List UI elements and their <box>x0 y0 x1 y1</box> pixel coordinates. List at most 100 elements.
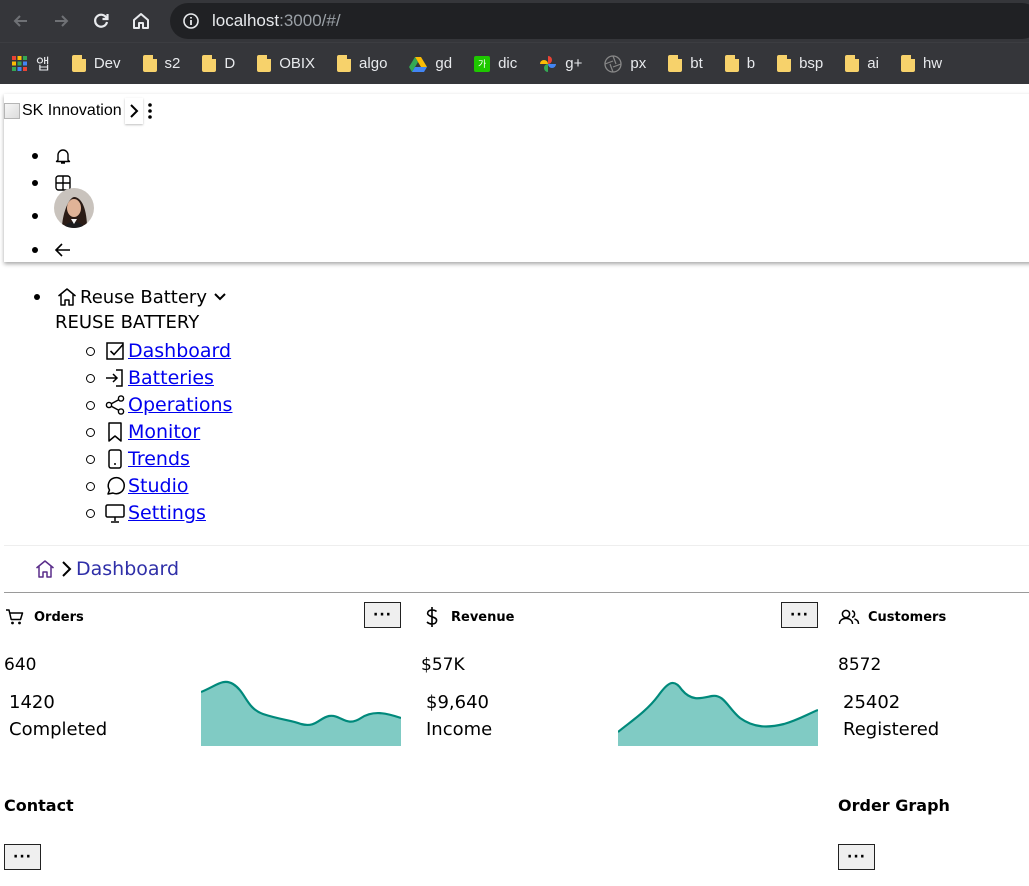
bookmark-label: gd <box>435 55 453 72</box>
menu-root-reuse-battery[interactable]: Reuse Battery <box>56 285 228 309</box>
list-bullet <box>34 294 40 300</box>
orders-card: Orders ··· 640 1420 Completed <box>4 600 404 750</box>
bookmark-10[interactable]: px <box>604 54 646 73</box>
bookmark-label: ai <box>867 55 879 72</box>
users-icon <box>838 606 860 628</box>
pinwheel-icon <box>539 55 557 73</box>
bookmark-2[interactable]: Dev <box>71 55 121 72</box>
sidebar-link[interactable]: Operations <box>128 394 232 416</box>
bookmark-14[interactable]: ai <box>845 55 879 72</box>
bookmark-13[interactable]: bsp <box>777 55 823 72</box>
card-menu-button[interactable]: ··· <box>781 602 818 628</box>
brand-logo[interactable]: SK Innovation <box>4 102 122 120</box>
breadcrumb: Dashboard <box>4 545 1029 593</box>
url-path: :3000/#/ <box>279 11 341 30</box>
back-arrow-icon <box>13 15 27 27</box>
card-value: 8572 <box>838 655 882 675</box>
revenue-card: Revenue ··· $57K $9,640 Income <box>421 600 821 750</box>
order-graph-menu-button[interactable]: ··· <box>838 844 875 870</box>
card-menu-button[interactable]: ··· <box>364 602 401 628</box>
sidebar-item-dashboard[interactable]: Dashboard <box>86 339 231 363</box>
bookmark-12[interactable]: b <box>724 55 756 72</box>
tablet-icon <box>104 448 126 470</box>
bookmark-4[interactable]: D <box>202 55 235 72</box>
home-icon[interactable] <box>34 558 56 580</box>
sidebar-item-monitor[interactable]: Monitor <box>86 420 200 444</box>
top-navbar: SK Innovation <box>4 94 1029 262</box>
sidebar-item-operations[interactable]: Operations <box>86 393 232 417</box>
dollar-icon <box>421 606 443 628</box>
list-bullet <box>86 400 95 410</box>
aperture-icon <box>604 54 623 73</box>
dictionary-icon: 가 <box>474 55 491 72</box>
bookmark-9[interactable]: g+ <box>539 55 582 73</box>
info-icon[interactable] <box>182 12 200 30</box>
sidebar-link[interactable]: Dashboard <box>128 340 231 362</box>
sidebar-item-batteries[interactable]: Batteries <box>86 366 214 390</box>
address-bar[interactable]: localhost:3000/#/ <box>170 3 1029 39</box>
folder-icon <box>777 55 792 72</box>
contact-menu-button[interactable]: ··· <box>4 844 41 870</box>
checkbox-icon <box>104 340 126 362</box>
sidebar-item-studio[interactable]: Studio <box>86 474 189 498</box>
bookmark-6[interactable]: algo <box>337 55 387 72</box>
browser-toolbar: localhost:3000/#/ <box>0 0 1029 42</box>
list-bullet <box>86 454 95 464</box>
card-sub-label: Completed <box>9 719 108 740</box>
forward-arrow-icon <box>55 15 69 27</box>
folder-icon <box>668 55 683 72</box>
sidebar-item-settings[interactable]: Settings <box>86 501 206 525</box>
bookmark-label: s2 <box>164 55 181 72</box>
vertical-dots-icon <box>147 103 152 119</box>
bookmark-5[interactable]: OBIX <box>257 55 315 72</box>
orders-sparkline <box>201 680 401 746</box>
sidebar-link[interactable]: Monitor <box>128 421 200 443</box>
notifications-item[interactable] <box>32 146 72 166</box>
bookmark-11[interactable]: bt <box>668 55 703 72</box>
bookmark-1[interactable]: 앱 <box>12 53 50 74</box>
sidebar-toggle-button[interactable] <box>125 98 143 124</box>
sidebar-link[interactable]: Trends <box>128 448 190 470</box>
sidebar-item-trends[interactable]: Trends <box>86 447 190 471</box>
bookmark-7[interactable]: gd <box>409 55 452 72</box>
sidebar-link[interactable]: Batteries <box>128 367 214 389</box>
bookmark-3[interactable]: s2 <box>142 55 181 72</box>
forward-button[interactable] <box>48 8 74 34</box>
bookmark-icon <box>104 421 126 443</box>
bookmark-label: Dev <box>93 55 121 72</box>
folder-icon <box>71 55 86 72</box>
bookmark-15[interactable]: hw <box>900 55 943 72</box>
apps-grid-icon <box>12 55 28 72</box>
more-options-button[interactable] <box>145 100 155 122</box>
menu-root-label: Reuse Battery <box>80 286 207 308</box>
card-sub-value: $9,640 <box>426 692 489 713</box>
arrow-left-icon <box>54 243 70 257</box>
card-title: Customers <box>868 610 947 625</box>
home-button[interactable] <box>128 8 154 34</box>
reload-button[interactable] <box>88 8 114 34</box>
chevron-down-icon[interactable] <box>212 289 228 305</box>
bookmark-label: hw <box>922 55 943 72</box>
monitor-icon <box>104 502 126 524</box>
back-button[interactable] <box>8 8 34 34</box>
bookmarks-bar: 앱 Dev s2 D OBIX algo gd 가 dic g+ px bt b bsp ai hw <box>0 42 1029 84</box>
folder-icon <box>257 55 272 72</box>
breadcrumb-current[interactable]: Dashboard <box>76 558 179 580</box>
back-item[interactable] <box>32 240 72 260</box>
bookmark-label: g+ <box>565 55 583 72</box>
bookmark-label: b <box>746 55 756 72</box>
folder-icon <box>337 55 352 72</box>
card-value: 640 <box>4 655 37 675</box>
avatar[interactable] <box>54 188 94 228</box>
sidebar-link[interactable]: Settings <box>128 502 206 524</box>
contact-title: Contact <box>4 796 74 815</box>
chevron-right-icon <box>129 104 139 118</box>
list-bullet <box>86 346 95 356</box>
sidebar-link[interactable]: Studio <box>128 475 189 497</box>
profile-item[interactable] <box>32 188 94 238</box>
card-sub-value: 1420 <box>9 692 55 713</box>
revenue-sparkline <box>618 681 818 746</box>
bookmark-label: D <box>224 55 236 72</box>
card-value: $57K <box>421 655 465 675</box>
bookmark-8[interactable]: 가 dic <box>474 55 517 72</box>
